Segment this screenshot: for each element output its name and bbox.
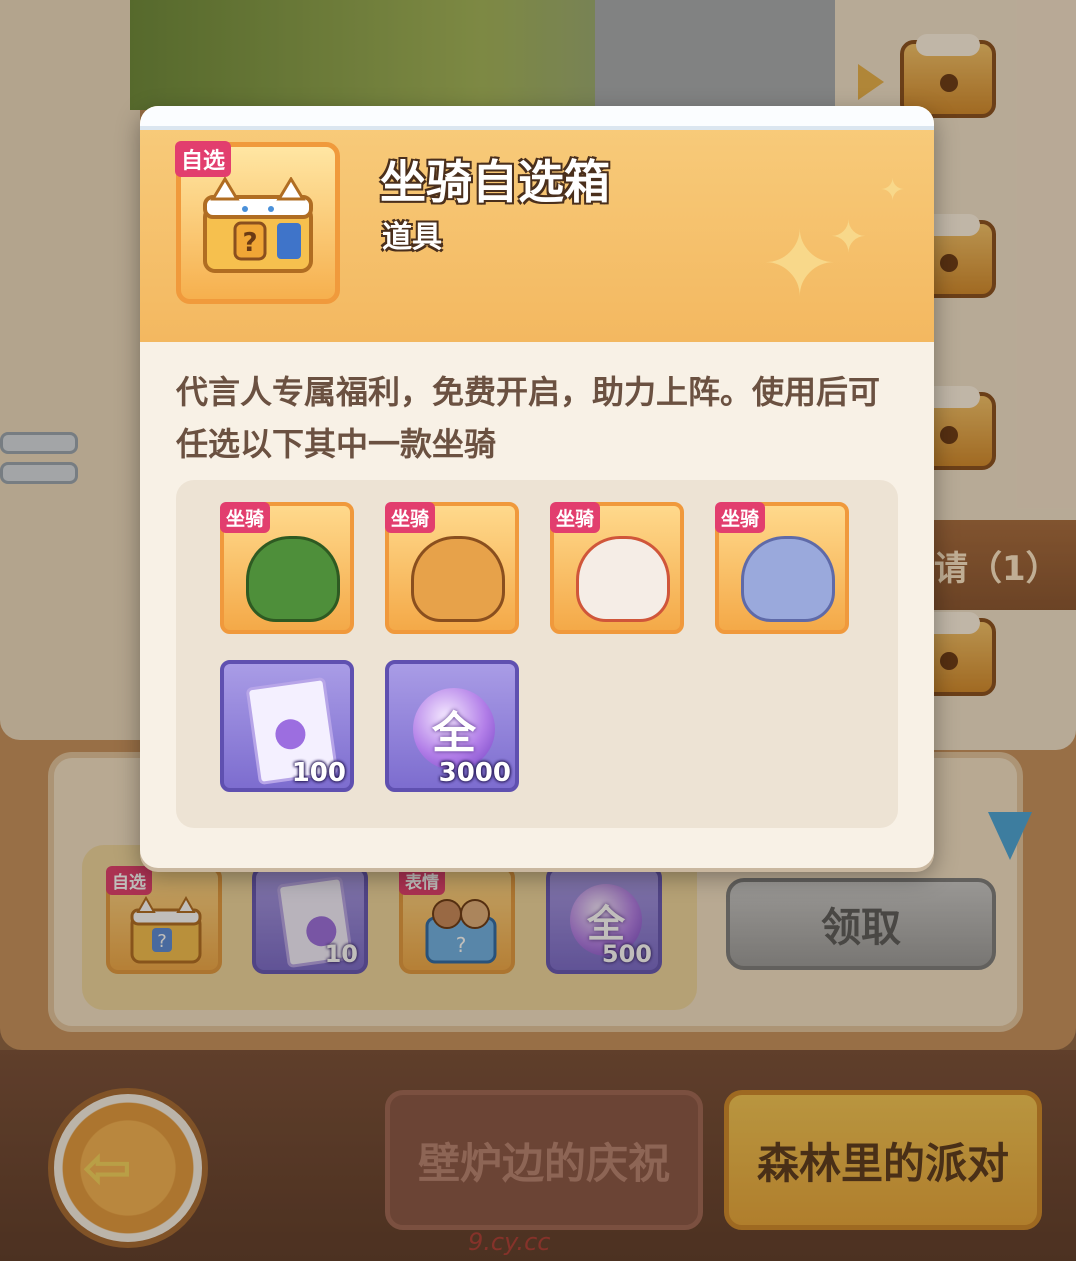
option-integral-ticket[interactable]: 100	[220, 660, 354, 792]
option-tag: 坐骑	[220, 502, 271, 533]
option-tag: 坐骑	[385, 502, 436, 533]
lion-dance-mount-icon	[576, 536, 670, 622]
item-title: 坐骑自选箱	[380, 155, 610, 209]
option-lion-dance-mount[interactable]: 坐骑	[550, 502, 684, 634]
option-all-orb[interactable]: 全 3000	[385, 660, 519, 792]
option-count: 3000	[438, 758, 511, 788]
option-tag: 坐骑	[715, 502, 766, 533]
item-detail-modal: ✦ ✦ ✦ 自选 ? 坐骑自选箱 道具 代言人专属福利，免费开启，助力上阵。使用…	[140, 106, 934, 868]
option-eagle-aviator-mount[interactable]: 坐骑	[385, 502, 519, 634]
item-type: 道具	[382, 220, 442, 255]
sparkle-icon: ✦	[880, 173, 906, 208]
sparkle-icon: ✦	[830, 212, 867, 263]
item-icon-frame: 自选 ?	[175, 141, 340, 304]
option-green-bush-mount[interactable]: 坐骑	[220, 502, 354, 634]
cat-chest-icon: ?	[203, 177, 313, 273]
item-tag: 自选	[175, 141, 232, 177]
svg-text:?: ?	[242, 228, 257, 258]
green-bush-mount-icon	[246, 536, 340, 622]
option-star-elephant-mount[interactable]: 坐骑	[715, 502, 849, 634]
option-count: 100	[291, 758, 346, 788]
item-description: 代言人专属福利，免费开启，助力上阵。使用后可任选以下其中一款坐骑	[176, 373, 881, 463]
eagle-aviator-mount-icon	[411, 536, 505, 622]
option-tag: 坐骑	[550, 502, 601, 533]
sparkle-icon: ✦	[762, 212, 838, 317]
mount-options-grid: 坐骑 坐骑 坐骑 坐骑 100 全 3000	[176, 480, 898, 828]
snow-trim	[140, 106, 934, 130]
star-elephant-mount-icon	[741, 536, 835, 622]
